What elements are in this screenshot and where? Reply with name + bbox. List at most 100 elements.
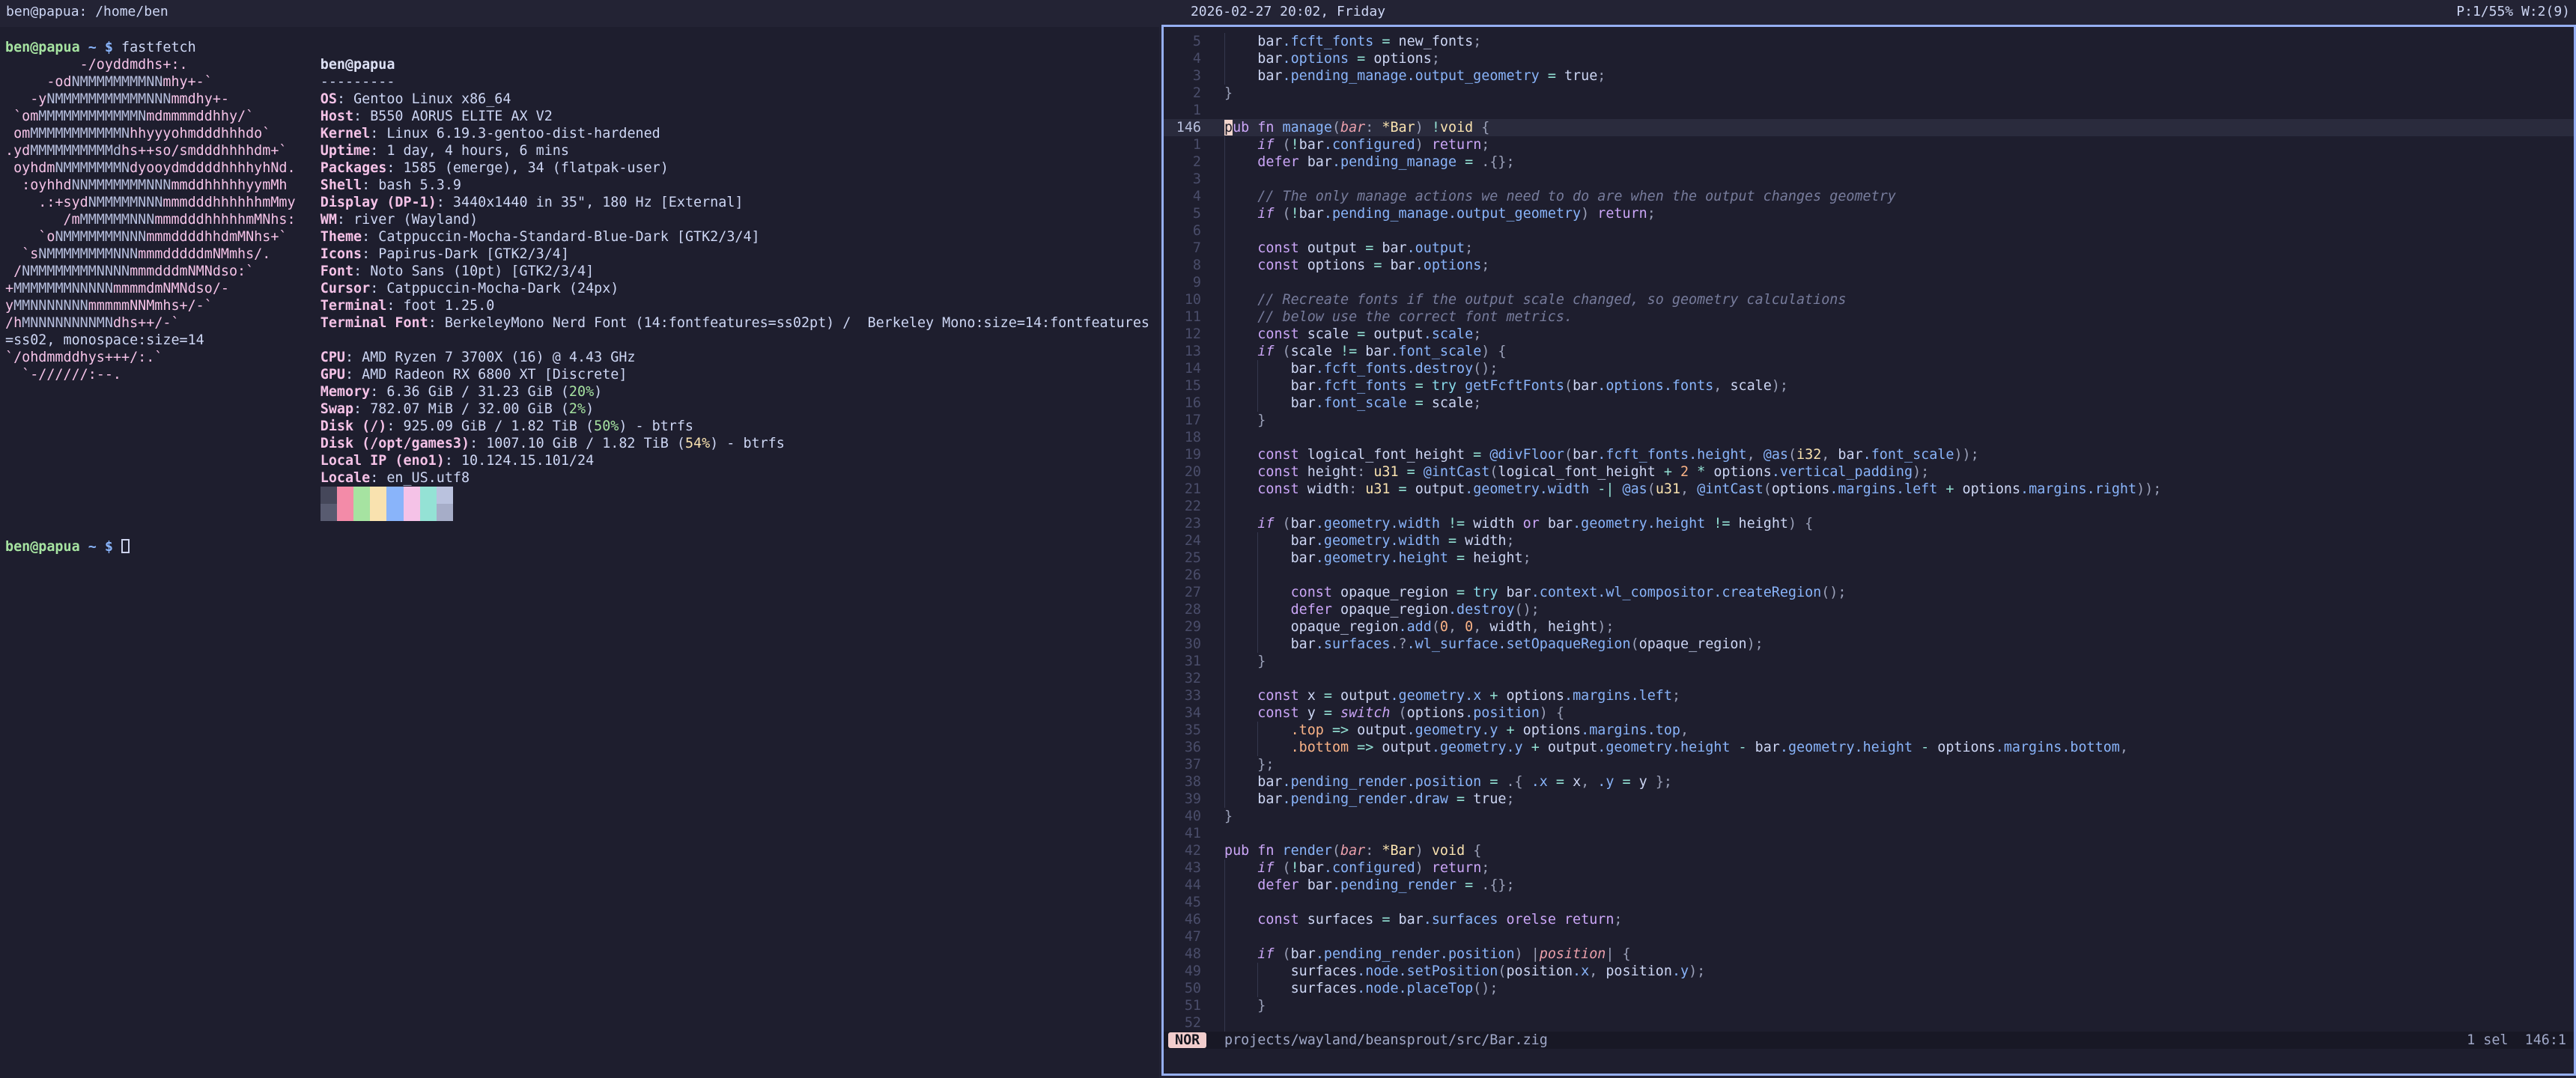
line-number: 5 xyxy=(1170,205,1201,222)
editor-cursor: p xyxy=(1224,120,1233,135)
line-number: 36 xyxy=(1170,739,1201,756)
palette-swatch xyxy=(370,504,386,521)
code-line: 5 if (!bar.pending_manage.output_geometr… xyxy=(1164,205,2574,222)
code-line: 1 if (!bar.configured) return; xyxy=(1164,136,2574,153)
line-number: 28 xyxy=(1170,601,1201,618)
code-line: 11 // below use the correct font metrics… xyxy=(1164,308,2574,326)
line-number: 13 xyxy=(1170,343,1201,360)
palette-swatch xyxy=(386,504,403,521)
terminal-row: :oyhhdNNMMMMMMMNNNmmddhhhhhyymMh Shell: … xyxy=(5,177,1159,194)
line-number: 146 xyxy=(1170,119,1201,136)
line-number: 41 xyxy=(1170,825,1201,842)
code-line: 13 if (scale != bar.font_scale) { xyxy=(1164,343,2574,360)
line-number: 24 xyxy=(1170,532,1201,549)
line-number: 27 xyxy=(1170,584,1201,601)
code-line: 37 }; xyxy=(1164,756,2574,773)
code-line: 4 // The only manage actions we need to … xyxy=(1164,188,2574,205)
line-number: 9 xyxy=(1170,274,1201,291)
code-line: 25 bar.geometry.height = height; xyxy=(1164,549,2574,567)
code-line: 16 bar.font_scale = scale; xyxy=(1164,395,2574,412)
terminal-row: Disk (/): 925.09 GiB / 1.82 TiB (50%) - … xyxy=(5,418,1159,435)
editor-buffer[interactable]: 5 bar.fcft_fonts = new_fonts;4 bar.optio… xyxy=(1164,33,2574,1032)
terminal-row: .:+sydNMMMMMNNNmmmdddhhhhhhmMmy Display … xyxy=(5,194,1159,211)
line-number: 29 xyxy=(1170,618,1201,636)
code-line: 24 bar.geometry.width = width; xyxy=(1164,532,2574,549)
line-number: 22 xyxy=(1170,498,1201,515)
line-number: 4 xyxy=(1170,50,1201,67)
line-number: 6 xyxy=(1170,222,1201,240)
indent-guide xyxy=(1224,567,1225,584)
code-line: 6 xyxy=(1164,222,2574,240)
code-line: 19 const logical_font_height = @divFloor… xyxy=(1164,446,2574,463)
indent-guide xyxy=(1224,274,1225,291)
line-number: 25 xyxy=(1170,549,1201,567)
terminal-row: Swap: 782.07 MiB / 32.00 GiB (2%) xyxy=(5,401,1159,418)
line-number: 46 xyxy=(1170,911,1201,928)
line-number: 39 xyxy=(1170,791,1201,808)
code-line: 1 xyxy=(1164,102,2574,119)
line-number: 19 xyxy=(1170,446,1201,463)
palette-swatch xyxy=(337,487,353,504)
editor-statusline: NOR projects/wayland/beansprout/src/Bar.… xyxy=(1164,1032,2574,1049)
line-number: 21 xyxy=(1170,481,1201,498)
indent-guide xyxy=(1224,1014,1225,1032)
code-line: 30 bar.surfaces.?.wl_surface.setOpaqueRe… xyxy=(1164,636,2574,653)
code-line: 50 surfaces.node.placeTop(); xyxy=(1164,980,2574,997)
code-line: 27 const opaque_region = try bar.context… xyxy=(1164,584,2574,601)
palette-swatch xyxy=(404,487,420,504)
palette-swatch xyxy=(353,504,370,521)
code-line: 9 xyxy=(1164,274,2574,291)
line-number: 33 xyxy=(1170,687,1201,704)
line-number: 48 xyxy=(1170,945,1201,963)
code-line: 32 xyxy=(1164,670,2574,687)
terminal-row: .ydMMMMMMMMMMdhs++so/smdddhhhhdm+` Uptim… xyxy=(5,142,1159,159)
line-number: 49 xyxy=(1170,963,1201,980)
line-number: 2 xyxy=(1170,85,1201,102)
line-number: 50 xyxy=(1170,980,1201,997)
code-line: 31 } xyxy=(1164,653,2574,670)
terminal-row: `oNMMMMMMMNNNmmmddddhhdmMNhs+` Theme: Ca… xyxy=(5,228,1159,246)
code-line: 40} xyxy=(1164,808,2574,825)
line-number: 7 xyxy=(1170,240,1201,257)
indent-guide xyxy=(1224,894,1225,911)
line-number: 18 xyxy=(1170,429,1201,446)
terminal-row xyxy=(5,504,1159,521)
code-line: 38 bar.pending_render.position = .{ .x =… xyxy=(1164,773,2574,791)
indent-guide xyxy=(1224,171,1225,188)
line-number: 43 xyxy=(1170,859,1201,877)
terminal-row xyxy=(5,487,1159,504)
line-number: 26 xyxy=(1170,567,1201,584)
terminal-row: `sNMMMMMMMMNNNmmmdddddmNMmhs/. Icons: Pa… xyxy=(5,246,1159,263)
code-line: 3 xyxy=(1164,171,2574,188)
line-number: 38 xyxy=(1170,773,1201,791)
status-bar: ben@papua: /home/ben 2026-02-27 20:02, F… xyxy=(0,0,2576,25)
editor-window[interactable]: 5 bar.fcft_fonts = new_fonts;4 bar.optio… xyxy=(1161,25,2576,1076)
code-line: 47 xyxy=(1164,928,2574,945)
line-number: 40 xyxy=(1170,808,1201,825)
line-number: 10 xyxy=(1170,291,1201,308)
terminal-row: /mMMMMMMNNNmmmdddhhhhhmMNhs: WM: river (… xyxy=(5,211,1159,228)
code-line: 21 const width: u31 = output.geometry.wi… xyxy=(1164,481,2574,498)
code-line: 46 const surfaces = bar.surfaces orelse … xyxy=(1164,911,2574,928)
line-number: 1 xyxy=(1170,136,1201,153)
palette-swatch xyxy=(404,504,420,521)
code-line: 28 defer opaque_region.destroy(); xyxy=(1164,601,2574,618)
line-number: 35 xyxy=(1170,722,1201,739)
line-number: 52 xyxy=(1170,1014,1201,1032)
indent-guide xyxy=(1224,670,1225,687)
code-line: 36 .bottom => output.geometry.y + output… xyxy=(1164,739,2574,756)
palette-swatch xyxy=(437,504,453,521)
palette-swatch xyxy=(370,487,386,504)
code-line: 33 const x = output.geometry.x + options… xyxy=(1164,687,2574,704)
code-line: 22 xyxy=(1164,498,2574,515)
code-line: 8 const options = bar.options; xyxy=(1164,257,2574,274)
code-line: 48 if (bar.pending_render.position) |pos… xyxy=(1164,945,2574,963)
palette-swatch xyxy=(437,487,453,504)
terminal-row: `/ohdmmddhys+++/:.` CPU: AMD Ryzen 7 370… xyxy=(5,349,1159,366)
line-number: 3 xyxy=(1170,67,1201,85)
code-line: 26 xyxy=(1164,567,2574,584)
line-number: 30 xyxy=(1170,636,1201,653)
terminal-window[interactable]: ben@papua ~ $ fastfetch -/oyddmdhs+:. be… xyxy=(0,27,1159,1078)
terminal-row xyxy=(5,521,1159,538)
terminal-row: /NMMMMMMMMNNNNmmmdddmNMNdso:` Font: Noto… xyxy=(5,263,1159,280)
